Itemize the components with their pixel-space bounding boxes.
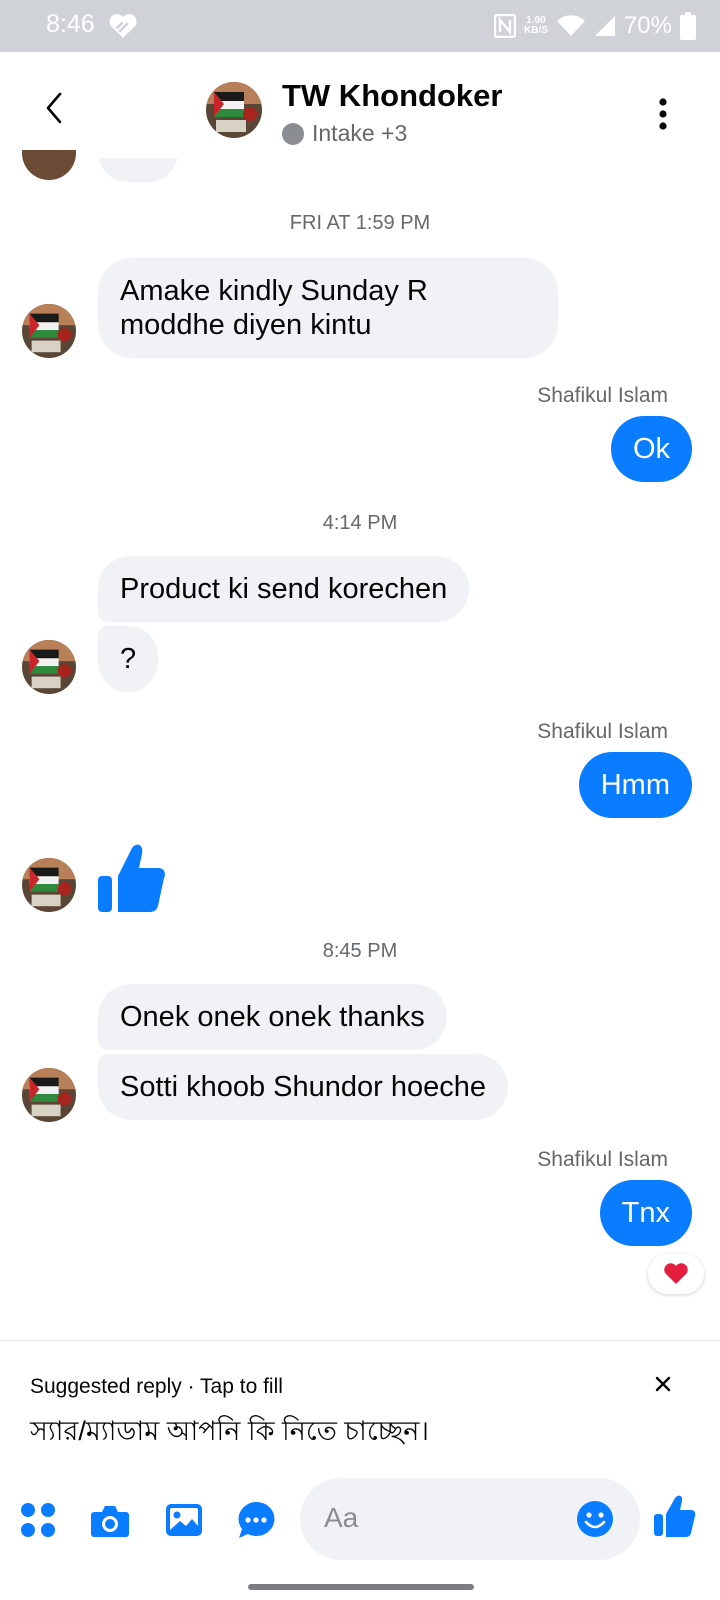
conversation-header: TW Khondoker Intake +3 bbox=[0, 52, 720, 158]
contact-subtitle: Intake +3 bbox=[282, 120, 407, 147]
thumbs-up-send-icon[interactable] bbox=[654, 1494, 696, 1538]
partial-bubble bbox=[98, 158, 178, 182]
status-time: 8:46 bbox=[46, 10, 95, 38]
incoming-message[interactable]: Sotti khoob Shundor hoeche bbox=[98, 1054, 508, 1120]
outgoing-message[interactable]: Tnx bbox=[599, 1180, 692, 1246]
thumbs-up-icon[interactable] bbox=[98, 842, 166, 914]
sender-name: Shafikul Islam bbox=[537, 720, 668, 743]
signal-icon bbox=[594, 16, 615, 36]
incoming-message[interactable]: ? bbox=[98, 626, 159, 692]
sender-avatar[interactable] bbox=[22, 858, 76, 912]
sender-avatar[interactable] bbox=[22, 304, 76, 358]
net-speed-unit: KB/S bbox=[524, 25, 548, 36]
suggested-reply-header: Suggested reply · Tap to fill bbox=[30, 1375, 283, 1398]
partial-avatar bbox=[22, 150, 76, 182]
timestamp: 8:45 PM bbox=[322, 940, 398, 962]
incoming-message[interactable]: Product ki send korechen bbox=[98, 556, 470, 622]
heart-badge-icon bbox=[109, 14, 137, 39]
contact-subtitle-text: Intake +3 bbox=[312, 120, 408, 146]
contact-avatar[interactable] bbox=[206, 82, 262, 138]
sender-avatar[interactable] bbox=[22, 640, 76, 694]
outgoing-message[interactable]: Hmm bbox=[578, 752, 692, 818]
battery-icon bbox=[680, 12, 696, 40]
message-input[interactable]: Aa bbox=[300, 1478, 640, 1560]
status-indicators: 1.00 KB/S 70% bbox=[494, 9, 696, 43]
suggested-reply-text[interactable]: স্যার/ম্যাডাম আপনি কি নিতে চাচ্ছেন। bbox=[30, 1411, 429, 1456]
message-input-placeholder: Aa bbox=[324, 1502, 359, 1533]
presence-dot-icon bbox=[282, 122, 304, 145]
timestamp: 4:14 PM bbox=[322, 512, 398, 534]
camera-icon[interactable] bbox=[90, 1500, 130, 1540]
network-speed: 1.00 KB/S bbox=[524, 16, 548, 36]
more-options-icon[interactable] bbox=[658, 98, 668, 130]
apps-grid-icon[interactable] bbox=[18, 1500, 58, 1540]
gallery-icon[interactable] bbox=[164, 1500, 204, 1540]
message-composer: Aa bbox=[0, 1464, 720, 1568]
incoming-message[interactable]: Amake kindly Sunday R moddhe diyen kintu bbox=[98, 258, 558, 358]
wifi-icon bbox=[556, 15, 585, 37]
red-heart-icon bbox=[664, 1263, 688, 1284]
sender-avatar[interactable] bbox=[22, 1068, 76, 1122]
home-indicator[interactable] bbox=[248, 1584, 474, 1590]
outgoing-message[interactable]: Ok bbox=[610, 416, 692, 482]
timestamp: FRI AT 1:59 PM bbox=[289, 212, 431, 234]
nfc-icon bbox=[494, 14, 517, 38]
incoming-message[interactable]: Onek onek onek thanks bbox=[98, 984, 447, 1050]
close-icon[interactable] bbox=[650, 1371, 676, 1397]
back-arrow-icon[interactable] bbox=[38, 88, 68, 128]
chat-bubble-icon[interactable] bbox=[236, 1500, 276, 1540]
contact-name[interactable]: TW Khondoker bbox=[282, 78, 502, 114]
sender-name: Shafikul Islam bbox=[537, 384, 668, 407]
heart-reaction[interactable] bbox=[648, 1254, 704, 1294]
sender-name: Shafikul Islam bbox=[537, 1148, 668, 1171]
status-bar: 8:46 1.00 KB/S 70% bbox=[0, 0, 720, 52]
emoji-icon[interactable] bbox=[576, 1500, 614, 1538]
suggested-reply-panel[interactable]: Suggested reply · Tap to fill স্যার/ম্যা… bbox=[0, 1340, 720, 1464]
battery-percent: 70% bbox=[623, 12, 672, 39]
